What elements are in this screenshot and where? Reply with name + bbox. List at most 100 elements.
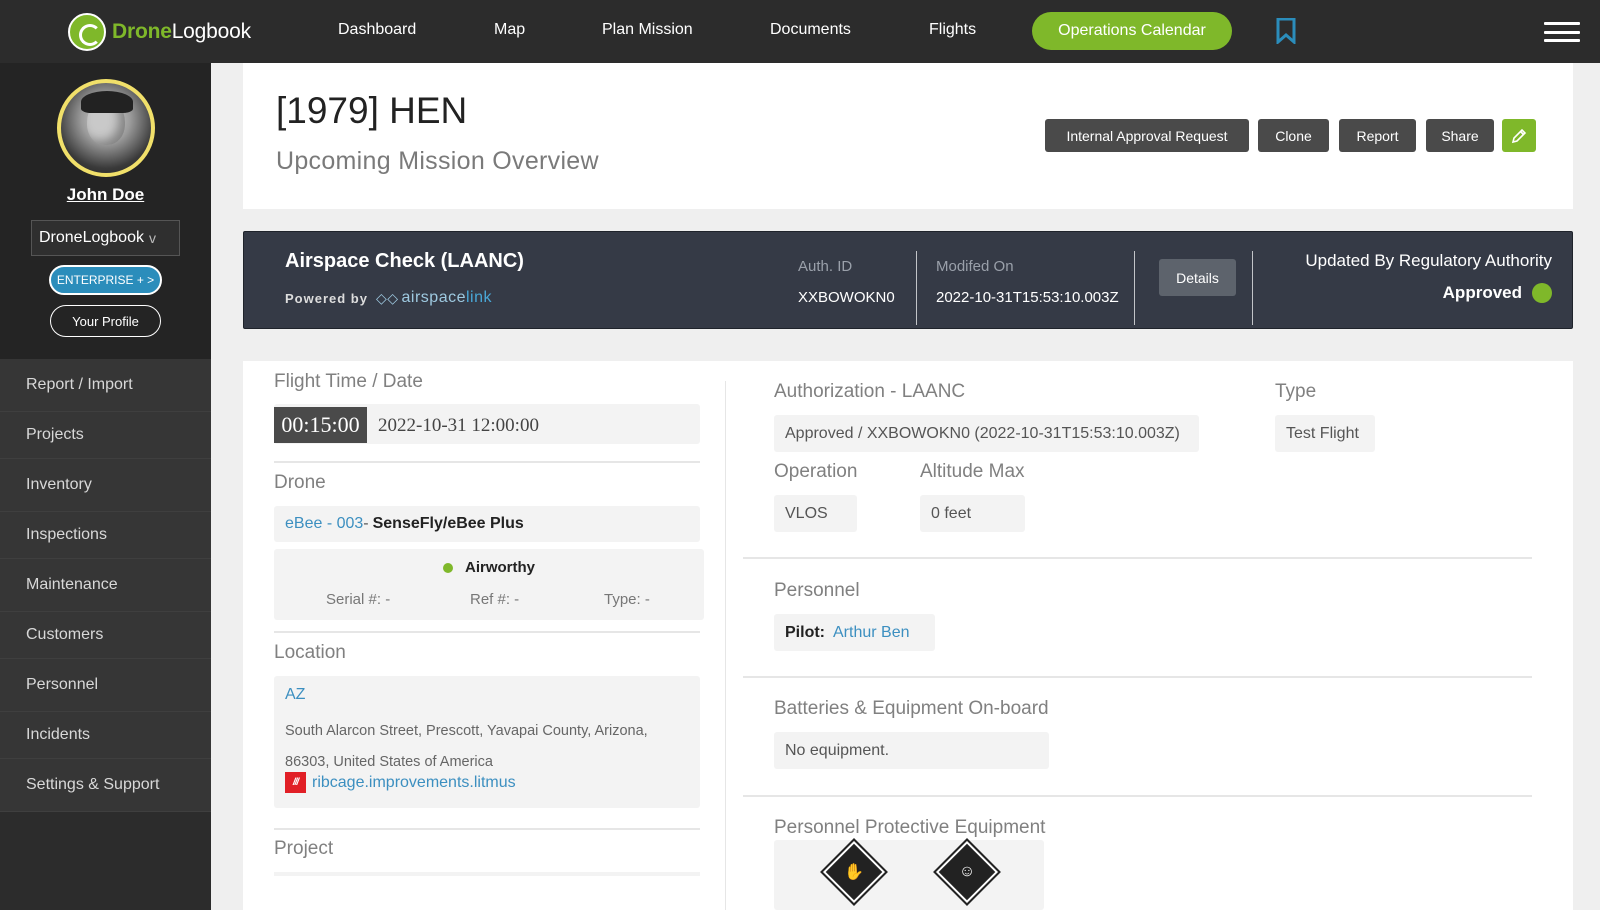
pilot-field: Pilot: Arthur Ben xyxy=(774,614,935,651)
page-subtitle: Upcoming Mission Overview xyxy=(276,147,599,175)
powered-by: Powered by ◇◇ airspace link xyxy=(285,289,492,307)
modified-value: 2022-10-31T15:53:10.003Z xyxy=(936,289,1119,306)
drone-field: eBee - 003 - SenseFly/eBee Plus xyxy=(274,506,700,542)
modified-label: Modifed On xyxy=(936,258,1014,275)
sidebar-item-projects[interactable]: Projects xyxy=(0,412,211,459)
mission-header: [1979] HEN Upcoming Mission Overview Int… xyxy=(243,63,1573,209)
details-button[interactable]: Details xyxy=(1159,259,1236,296)
ppe-box: ✋ ☺ xyxy=(774,838,1044,910)
what3words[interactable]: /// ribcage.improvements.litmus xyxy=(285,772,516,793)
approval-status: Approved xyxy=(1443,283,1552,303)
drone-model: SenseFly/eBee Plus xyxy=(372,515,524,532)
drone-type: Type: - xyxy=(604,591,650,608)
pilot-link[interactable]: Arthur Ben xyxy=(833,624,909,642)
location-address: South Alarcon Street, Prescott, Yavapai … xyxy=(285,723,648,770)
sidebar-item-maintenance[interactable]: Maintenance xyxy=(0,559,211,612)
nav-flights[interactable]: Flights xyxy=(929,21,976,39)
what3words-icon: /// xyxy=(285,772,306,793)
airspacelink-logo: ◇◇ airspace link xyxy=(376,289,492,307)
drone-link[interactable]: eBee - 003 xyxy=(285,515,363,533)
nav-plan-mission[interactable]: Plan Mission xyxy=(602,21,693,39)
pilot-label: Pilot: xyxy=(785,623,825,641)
bookmark-icon[interactable] xyxy=(1276,18,1296,44)
column-divider xyxy=(725,381,726,910)
sidebar-item-inspections[interactable]: Inspections xyxy=(0,512,211,559)
divider xyxy=(1252,251,1253,325)
type-label: Type xyxy=(1275,381,1317,402)
sidebar-item-incidents[interactable]: Incidents xyxy=(0,712,211,759)
altitude-value: 0 feet xyxy=(920,495,1025,532)
nav-operations-calendar[interactable]: Operations Calendar xyxy=(1032,12,1232,50)
divider xyxy=(743,795,1532,797)
nav-dashboard[interactable]: Dashboard xyxy=(338,21,416,39)
logo-suffix: Logbook xyxy=(171,20,251,43)
batteries-value: No equipment. xyxy=(774,732,1049,769)
your-profile-button[interactable]: Your Profile xyxy=(50,305,161,337)
organization-label: DroneLogbook xyxy=(39,229,144,246)
app-logo[interactable]: DroneLogbook xyxy=(68,12,251,52)
user-name[interactable]: John Doe xyxy=(0,185,211,205)
auth-id-value: XXBOWOKN0 xyxy=(798,289,895,306)
top-nav: DroneLogbook Dashboard Map Plan Mission … xyxy=(0,0,1600,63)
report-button[interactable]: Report xyxy=(1339,119,1416,152)
nav-map[interactable]: Map xyxy=(494,21,525,39)
location-box: AZ South Alarcon Street, Prescott, Yavap… xyxy=(274,676,700,808)
page-title: [1979] HEN xyxy=(276,90,468,131)
logo-brand: Drone xyxy=(112,20,172,43)
gloves-icon: ✋ xyxy=(820,838,888,906)
type-value: Test Flight xyxy=(1275,415,1375,452)
divider xyxy=(743,557,1532,559)
avatar[interactable] xyxy=(57,79,155,177)
drone-status-box: Airworthy Serial #: - Ref #: - Type: - xyxy=(274,549,704,620)
airspacelink-icon: ◇◇ xyxy=(375,289,399,306)
divider xyxy=(274,631,700,633)
status-dot-icon xyxy=(442,562,453,573)
nav-documents[interactable]: Documents xyxy=(770,21,851,39)
project-label: Project xyxy=(274,838,334,859)
airworthy-status: Airworthy xyxy=(274,559,704,576)
status-dot-icon xyxy=(1532,283,1552,303)
drone-separator: - xyxy=(363,515,369,532)
flight-time-label: Flight Time / Date xyxy=(274,371,423,392)
pencil-icon xyxy=(1511,128,1527,143)
hamburger-icon[interactable] xyxy=(1544,22,1580,42)
chevron-down-icon: v xyxy=(148,230,156,246)
face-mask-icon: ☺ xyxy=(933,838,1001,906)
share-button[interactable]: Share xyxy=(1426,119,1494,152)
internal-approval-request-button[interactable]: Internal Approval Request xyxy=(1045,119,1249,152)
airspace-title: Airspace Check (LAANC) xyxy=(285,250,524,272)
sidebar-item-settings-support[interactable]: Settings & Support xyxy=(0,759,211,812)
provider-name-a: airspace xyxy=(401,289,466,306)
enterprise-badge[interactable]: ENTERPRISE + > xyxy=(49,265,162,295)
what3words-link[interactable]: ribcage.improvements.litmus xyxy=(312,774,516,792)
profile-panel: John Doe DroneLogbook v ENTERPRISE + > Y… xyxy=(0,63,211,359)
provider-name-b: link xyxy=(466,289,493,306)
authorization-label: Authorization - LAANC xyxy=(774,381,966,402)
divider xyxy=(274,461,700,463)
sidebar-item-report-import[interactable]: Report / Import xyxy=(0,359,211,412)
sidebar-item-inventory[interactable]: Inventory xyxy=(0,459,211,512)
sidebar-item-customers[interactable]: Customers xyxy=(0,612,211,659)
divider xyxy=(916,251,917,325)
status-text: Approved xyxy=(1442,283,1522,302)
auth-id-label: Auth. ID xyxy=(798,258,853,275)
project-field xyxy=(274,872,700,876)
operation-value: VLOS xyxy=(774,495,857,532)
drone-label: Drone xyxy=(274,472,326,493)
clone-button[interactable]: Clone xyxy=(1258,119,1329,152)
updated-by-label: Updated By Regulatory Authority xyxy=(1305,251,1552,270)
edit-button[interactable] xyxy=(1502,119,1536,152)
organization-select[interactable]: DroneLogbook v xyxy=(31,220,180,256)
flight-duration: 00:15:00 xyxy=(274,407,367,443)
divider xyxy=(274,828,700,830)
altitude-label: Altitude Max xyxy=(920,461,1025,482)
divider xyxy=(1134,251,1135,325)
location-link[interactable]: AZ xyxy=(285,686,305,704)
operation-label: Operation xyxy=(774,461,858,482)
airspace-check-banner: Airspace Check (LAANC) Powered by ◇◇ airs… xyxy=(243,231,1573,329)
sidebar-item-personnel[interactable]: Personnel xyxy=(0,659,211,712)
ref-number: Ref #: - xyxy=(470,591,520,608)
serial-number: Serial #: - xyxy=(326,591,391,608)
airworthy-text: Airworthy xyxy=(464,559,535,576)
divider xyxy=(743,676,1532,678)
